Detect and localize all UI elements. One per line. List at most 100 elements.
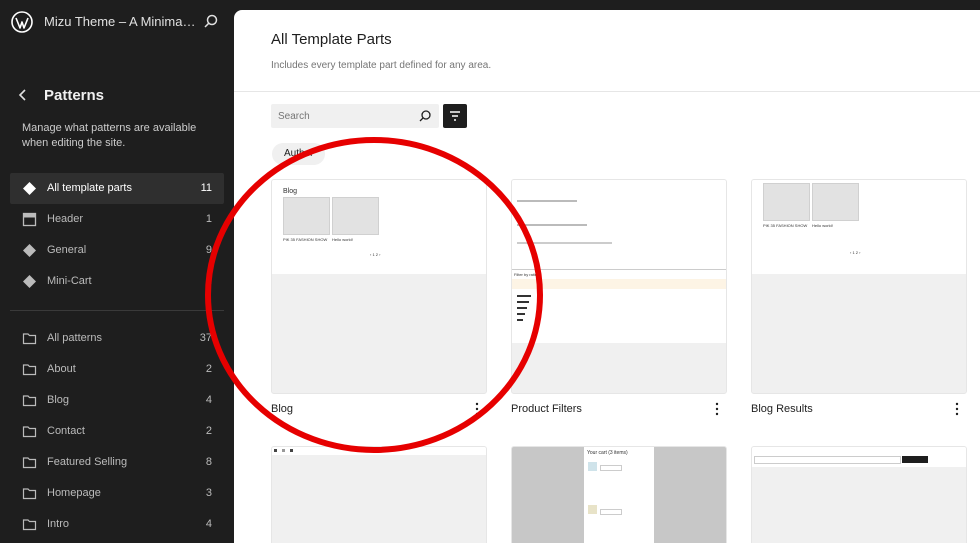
sidebar-divider	[10, 310, 224, 311]
sidebar-item-label: All template parts	[47, 182, 132, 194]
card-preview	[272, 447, 486, 455]
card-label[interactable]: Blog Results	[751, 403, 813, 415]
back-chevron-icon[interactable]	[14, 86, 32, 104]
preview-product-image	[588, 505, 597, 514]
preview-icon	[290, 449, 293, 452]
preview-notice	[512, 279, 726, 289]
search-input[interactable]	[271, 104, 418, 128]
sidebar-item-count: 11	[200, 182, 212, 194]
preview-post-title: Hello world!	[812, 223, 833, 228]
sidebar-item-label: General	[47, 244, 87, 256]
more-options-icon[interactable]	[472, 401, 482, 417]
template-part-card-mini-cart[interactable]: Your cart (3 items)	[511, 446, 727, 543]
folder-icon	[22, 364, 37, 376]
card-preview: Filter by rating	[512, 180, 726, 343]
filter-icon	[450, 111, 460, 121]
preview-line	[517, 242, 612, 244]
sidebar-item-label: About	[47, 363, 76, 375]
nav-description: Manage what patterns are available when …	[22, 122, 197, 149]
preview-thumbnail	[332, 197, 379, 235]
preview-thumbnail	[283, 197, 330, 235]
preview-line	[600, 465, 622, 471]
more-options-icon[interactable]	[712, 401, 722, 417]
preview-divider	[512, 269, 726, 270]
search-field[interactable]	[271, 104, 439, 128]
preview-stars	[517, 307, 527, 309]
sidebar-item-label: Homepage	[47, 487, 101, 499]
sidebar-item-header[interactable]: Header 1	[10, 204, 224, 235]
wordpress-logo-icon[interactable]	[11, 11, 33, 33]
filter-button[interactable]	[443, 104, 467, 128]
template-part-card-product-filters[interactable]: Filter by rating	[511, 179, 727, 394]
preview-post-title: PIK 35 FASHION SHOW	[283, 237, 328, 242]
preview-stars	[517, 313, 525, 315]
sidebar-item-label: Mini-Cart	[47, 275, 92, 287]
folder-icon	[22, 333, 37, 345]
page-title: All Template Parts	[271, 31, 392, 48]
preview-line	[517, 224, 587, 226]
folder-icon	[22, 488, 37, 500]
sidebar-item-all-patterns[interactable]: All patterns 37	[10, 323, 224, 354]
sidebar-item-mini-cart[interactable]: Mini-Cart 1	[10, 266, 224, 297]
preview-cart-title: Your cart (3 items)	[587, 450, 628, 456]
card-preview	[752, 447, 966, 467]
author-filter-chip[interactable]: Author	[272, 143, 326, 165]
sidebar-item-label: Featured Selling	[47, 456, 128, 468]
sidebar-item-general[interactable]: General 9	[10, 235, 224, 266]
sidebar-item-count: 4	[205, 394, 212, 406]
sidebar-item-label: Intro	[47, 518, 70, 530]
sidebar-item-count: 37	[199, 332, 212, 344]
preview-filter-title: Filter by rating	[514, 272, 540, 277]
sidebar-item-count: 9	[205, 244, 212, 256]
preview-stars	[517, 319, 523, 321]
sidebar-item-all-template-parts[interactable]: All template parts 11	[10, 173, 224, 204]
search-icon[interactable]	[418, 109, 432, 123]
sidebar-item-count: 8	[205, 456, 212, 468]
more-options-icon[interactable]	[952, 401, 962, 417]
card-label[interactable]: Blog	[271, 403, 293, 415]
sidebar-item-homepage[interactable]: Homepage 3	[10, 478, 224, 509]
sidebar-item-about[interactable]: About 2	[10, 354, 224, 385]
preview-thumbnail	[763, 183, 810, 221]
preview-line	[600, 509, 622, 515]
preview-pagination: ‹ 1 2 ›	[370, 252, 381, 257]
template-part-card-blog-results[interactable]: PIK 35 FASHION SHOW Hello world! ‹ 1 2 ›	[751, 179, 967, 394]
sidebar: Mizu Theme – A Minima… Patterns Manage w…	[0, 0, 234, 543]
main-content: All Template Parts Includes every templa…	[234, 10, 980, 543]
template-part-card[interactable]	[751, 446, 967, 543]
folder-icon	[22, 395, 37, 407]
preview-icon	[282, 449, 285, 452]
card-preview: Blog PIK 35 FASHION SHOW Hello world! ‹ …	[272, 180, 486, 274]
sidebar-item-featured-selling[interactable]: Featured Selling 8	[10, 447, 224, 478]
sidebar-item-blog[interactable]: Blog 4	[10, 385, 224, 416]
diamond-icon	[23, 244, 36, 257]
preview-search-field	[754, 456, 901, 464]
site-title[interactable]: Mizu Theme – A Minima…	[44, 14, 195, 29]
sidebar-item-label: Contact	[47, 425, 85, 437]
preview-stars	[517, 295, 531, 297]
folder-icon	[22, 457, 37, 469]
sidebar-item-count: 4	[205, 518, 212, 530]
sidebar-item-count: 1	[205, 213, 212, 225]
template-part-card-blog[interactable]: Blog PIK 35 FASHION SHOW Hello world! ‹ …	[271, 179, 487, 394]
preview-line	[517, 200, 577, 202]
nav-title: Patterns	[44, 87, 105, 104]
card-label[interactable]: Product Filters	[511, 403, 582, 415]
sidebar-item-intro[interactable]: Intro 4	[10, 509, 224, 540]
header-layout-icon	[22, 212, 37, 227]
search-icon[interactable]	[202, 13, 220, 31]
sidebar-item-contact[interactable]: Contact 2	[10, 416, 224, 447]
preview-pagination: ‹ 1 2 ›	[850, 250, 861, 255]
sidebar-item-count: 2	[205, 425, 212, 437]
top-bar: Mizu Theme – A Minima…	[0, 0, 234, 44]
sidebar-item-label: Blog	[47, 394, 70, 406]
preview-thumbnail	[812, 183, 859, 221]
template-part-card[interactable]	[271, 446, 487, 543]
page-header: All Template Parts Includes every templa…	[234, 10, 980, 92]
diamond-icon	[23, 182, 36, 195]
card-preview: PIK 35 FASHION SHOW Hello world! ‹ 1 2 ›	[752, 180, 966, 274]
preview-product-image	[588, 462, 597, 471]
preview-post-title: Hello world!	[332, 237, 353, 242]
preview-heading: Blog	[283, 188, 298, 195]
card-preview: Your cart (3 items)	[584, 447, 654, 543]
